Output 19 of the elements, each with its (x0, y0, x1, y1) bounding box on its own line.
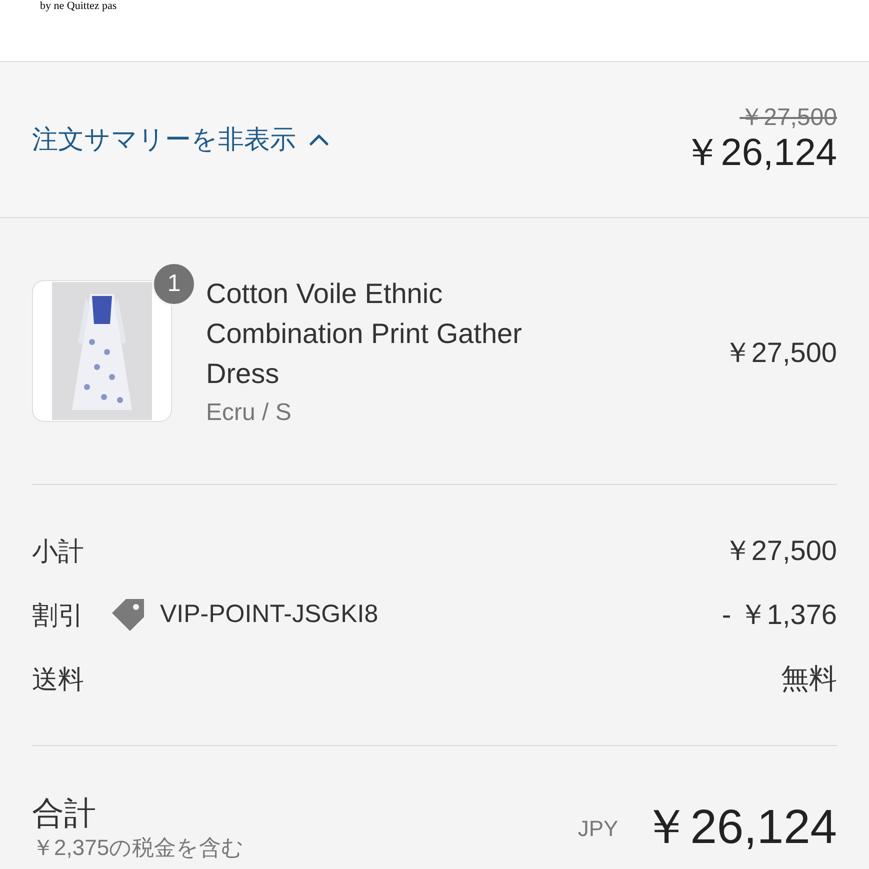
total-label: 合計 (32, 794, 97, 833)
cost-label: 小計 (32, 534, 84, 568)
product-price: ￥27,500 (723, 336, 837, 370)
product-name: Cotton Voile Ethnic Combination Print Gather Dress (206, 277, 523, 391)
summary-price: ￥26,124 (682, 130, 837, 174)
cost-label: 割引 (32, 598, 84, 632)
cost-value: 無料 (781, 662, 837, 696)
discount-code: VIP-POINT-JSGKI8 (160, 599, 378, 630)
cost-value: - ￥1,376 (722, 598, 837, 632)
summary-toggle-button[interactable]: 注文サマリーを非表示 (32, 120, 330, 159)
original-price: ￥27,500 (740, 104, 837, 130)
quantity-badge: 1 (152, 262, 196, 306)
tax-note: ￥2,375の税金を含む (32, 834, 244, 862)
total-value: ￥26,124 (642, 800, 837, 856)
cost-label: 送料 (32, 662, 84, 696)
currency-code: JPY (578, 814, 618, 842)
cost-value: ￥27,500 (723, 534, 837, 568)
logo-text[interactable]: by ne Quittez pas (40, 0, 117, 12)
product-variant: Ecru / S (206, 398, 292, 428)
